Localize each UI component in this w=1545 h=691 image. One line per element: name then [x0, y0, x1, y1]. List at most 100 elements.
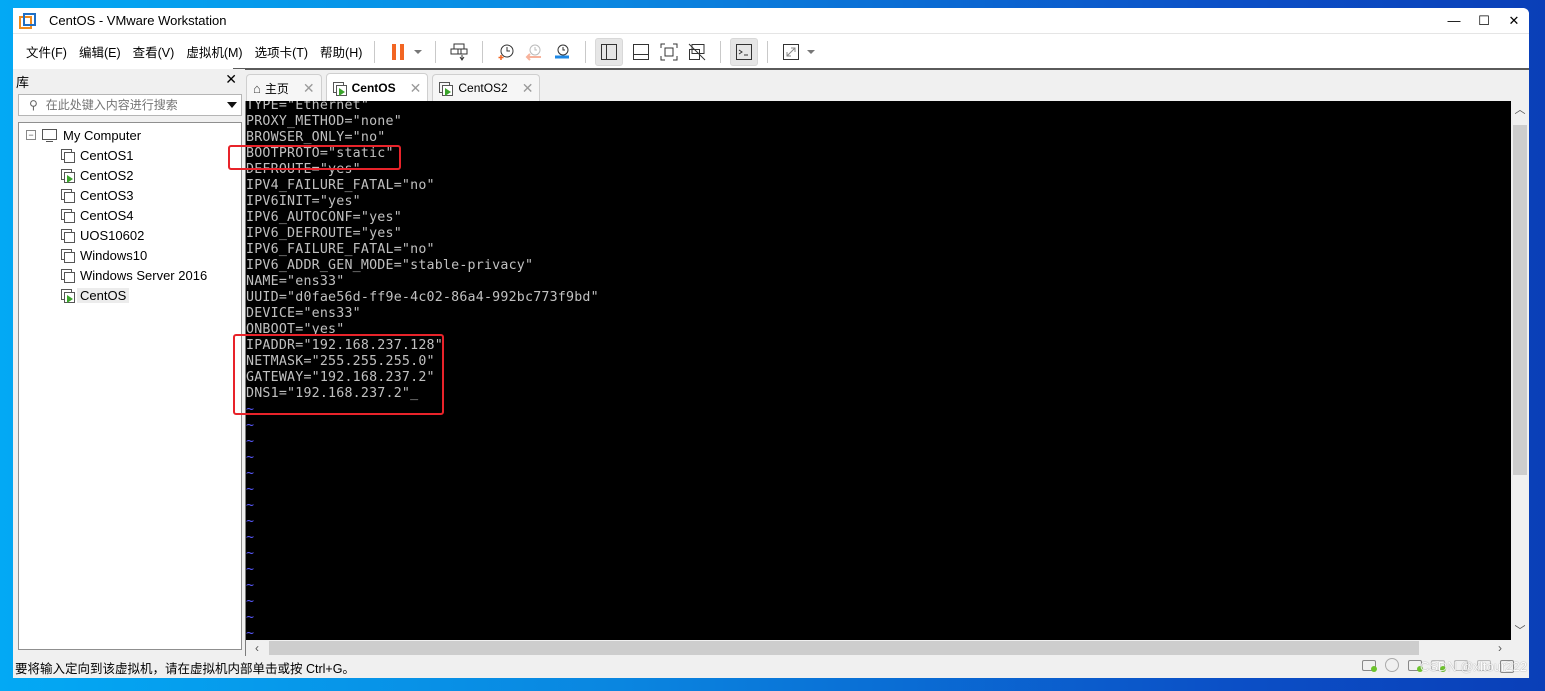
console-line: TYPE="Ethernet": [246, 101, 370, 113]
console-view-button[interactable]: [730, 37, 759, 66]
vm-icon: [61, 248, 75, 263]
watermark: CSDN @xltour222: [1419, 659, 1527, 674]
library-close-button[interactable]: ✕: [225, 71, 237, 88]
stretch-guest-button[interactable]: [777, 38, 805, 66]
toolbar-separator: [767, 40, 769, 63]
revert-snapshot-button[interactable]: [520, 38, 548, 66]
send-keys-icon: [450, 43, 468, 61]
tree-vm-item[interactable]: Windows Server 2016: [61, 266, 207, 284]
tab-close-icon[interactable]: ✕: [522, 80, 534, 97]
horizontal-scrollbar[interactable]: ‹ ›: [246, 640, 1511, 656]
close-button[interactable]: ✕: [1499, 8, 1529, 33]
vm-icon: [61, 208, 75, 223]
title-bar: CentOS - VMware Workstation — ☐ ✕: [13, 8, 1529, 33]
snapshot-manager-icon: [555, 44, 570, 58]
console-line: IPV6_ADDR_GEN_MODE="stable-privacy": [246, 258, 534, 273]
tree-vm-item[interactable]: CentOS4: [61, 206, 133, 224]
menu-file[interactable]: 文件(F): [26, 42, 67, 61]
show-library-button[interactable]: [595, 37, 624, 66]
tree-vm-item[interactable]: Windows10: [61, 246, 147, 264]
text-cursor: _: [410, 386, 419, 401]
window-title: CentOS - VMware Workstation: [49, 13, 227, 28]
console-line: BROWSER_ONLY="no": [246, 130, 386, 145]
tab-close-icon[interactable]: ✕: [410, 80, 422, 97]
vim-empty-line-tilde: ~: [246, 514, 255, 529]
pause-dropdown-caret[interactable]: [414, 49, 423, 54]
tree-vm-item[interactable]: CentOS1: [61, 146, 133, 164]
vim-empty-line-tilde: ~: [246, 418, 255, 433]
vim-empty-line-tilde: ~: [246, 594, 255, 609]
menu-tabs[interactable]: 选项卡(T): [255, 42, 308, 61]
tab-strip-border: [233, 68, 1529, 70]
unity-button[interactable]: [683, 38, 711, 66]
tab-close-icon[interactable]: ✕: [303, 80, 315, 97]
menu-edit[interactable]: 编辑(E): [79, 42, 121, 61]
tab-label: 主页: [264, 81, 289, 96]
vim-empty-line-tilde: ~: [246, 482, 255, 497]
scroll-right-icon[interactable]: ›: [1491, 640, 1509, 656]
vim-empty-line-tilde: ~: [246, 610, 255, 625]
computer-icon: [42, 128, 57, 142]
vmware-logo-icon: [19, 12, 36, 29]
toolbar-separator: [435, 40, 437, 63]
library-search-box[interactable]: ⚲: [18, 94, 242, 116]
vm-name: UOS10602: [80, 227, 145, 243]
vm-console[interactable]: TYPE="Ethernet" PROXY_METHOD="none" BROW…: [246, 101, 1511, 640]
vertical-scrollbar[interactable]: ︿ ﹀: [1511, 101, 1529, 640]
console-line: IPV6_DEFROUTE="yes": [246, 226, 402, 241]
maximize-button[interactable]: ☐: [1469, 8, 1499, 33]
pause-button[interactable]: [384, 38, 412, 66]
library-view-icon: [601, 43, 618, 60]
vm-name: CentOS2: [80, 167, 134, 183]
tree-node-label: My Computer: [63, 127, 142, 143]
cd-dvd-icon[interactable]: [1384, 658, 1400, 672]
vim-empty-line-tilde: ~: [246, 402, 255, 417]
tree-vm-item[interactable]: UOS10602: [61, 226, 144, 244]
minimize-button[interactable]: —: [1439, 8, 1469, 33]
stretch-dropdown-caret[interactable]: [807, 49, 816, 54]
console-line: ONBOOT="yes": [246, 322, 345, 337]
console-line: DEVICE="ens33": [246, 306, 361, 321]
tree-vm-item[interactable]: CentOS2: [61, 166, 133, 184]
vm-name: Windows Server 2016: [80, 267, 208, 283]
library-title: 库: [16, 75, 30, 90]
horizontal-scroll-thumb[interactable]: [269, 641, 1419, 655]
console-line: IPV6INIT="yes": [246, 194, 361, 209]
tree-node-my-computer[interactable]: − My Computer: [26, 126, 141, 144]
toolbar-separator: [585, 40, 587, 63]
hard-disk-icon[interactable]: [1361, 658, 1377, 672]
snapshot-manager-button[interactable]: [548, 38, 576, 66]
tree-vm-item-selected[interactable]: CentOS: [61, 286, 130, 304]
tree-vm-item[interactable]: CentOS3: [61, 186, 133, 204]
tab-home[interactable]: ⌂ 主页 ✕: [246, 74, 322, 101]
library-tree: − My Computer CentOS1 CentOS2 CentOS3 Ce…: [18, 122, 242, 650]
search-dropdown-icon[interactable]: [227, 102, 237, 108]
vim-empty-line-tilde: ~: [246, 466, 255, 481]
unity-icon: [689, 43, 706, 60]
tab-strip: ⌂ 主页 ✕ CentOS ✕ CentOS2 ✕: [246, 73, 544, 102]
menu-vm[interactable]: 虚拟机(M): [186, 42, 242, 61]
vim-empty-line-tilde: ~: [246, 578, 255, 593]
vertical-scroll-thumb[interactable]: [1513, 125, 1527, 475]
thumbnail-bar-icon: [633, 43, 650, 60]
console-line: NAME="ens33": [246, 274, 345, 289]
menu-view[interactable]: 查看(V): [133, 42, 175, 61]
toolbar-separator: [720, 40, 722, 63]
vm-name: CentOS3: [80, 187, 134, 203]
scroll-left-icon[interactable]: ‹: [248, 640, 266, 656]
tab-centos[interactable]: CentOS ✕: [325, 73, 429, 102]
scroll-down-icon[interactable]: ﹀: [1511, 622, 1529, 640]
full-screen-button[interactable]: [655, 38, 683, 66]
thumbnail-bar-button[interactable]: [627, 38, 655, 66]
tab-centos2[interactable]: CentOS2 ✕: [432, 74, 541, 101]
status-bar: 要将输入定向到该虚拟机，请在虚拟机内部单击或按 Ctrl+G。: [13, 656, 1529, 678]
scroll-up-icon[interactable]: ︿: [1511, 101, 1529, 119]
console-view-icon: [736, 43, 753, 60]
library-search-input[interactable]: [43, 97, 208, 113]
vm-name: Windows10: [80, 247, 148, 263]
send-ctrl-alt-del-button[interactable]: [445, 38, 473, 66]
menu-help[interactable]: 帮助(H): [320, 42, 362, 61]
collapse-icon[interactable]: −: [26, 130, 36, 140]
take-snapshot-button[interactable]: [492, 38, 520, 66]
stretch-icon: [783, 43, 800, 60]
